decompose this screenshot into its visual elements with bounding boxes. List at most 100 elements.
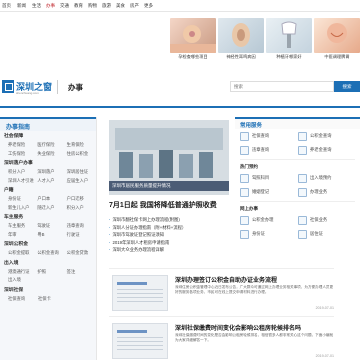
logo-subtext: shenchuang.com (16, 91, 39, 95)
list-item[interactable]: 深圳人分证办理指南（附+材料+流程） (109, 224, 229, 232)
nav-item-life[interactable]: 生活 (32, 3, 41, 9)
service-link[interactable]: 社保业务 (298, 213, 356, 227)
article-title[interactable]: 深圳办理签订公积金自助办证业务流程 (175, 275, 277, 284)
sidebar-category: 深圳落户办事 (4, 161, 33, 166)
service-link[interactable]: 社保查询 (240, 129, 298, 143)
service-link[interactable]: 公积金办理 (240, 213, 298, 227)
list-item[interactable]: 2019年深圳人才租房申请指南 (109, 239, 229, 247)
article-title[interactable]: 深圳社保缴费时间变化会影响公租房轮候排名吗 (175, 323, 301, 332)
promo-caption[interactable]: 中医调理脾胃 (314, 54, 360, 60)
featured-image[interactable]: 深圳市居民服务质量提升情况 (109, 120, 229, 195)
article-card[interactable]: 深圳办理签订公积金自助办证业务流程 深圳住房公积金管理中心近日发布公告，广大群众… (109, 268, 334, 314)
sidebar-category: 户籍 (4, 188, 14, 193)
promo-pregnancy[interactable]: 孕检查哪些项目 (170, 18, 216, 60)
sidebar-link[interactable]: 出入境 (8, 276, 38, 285)
service-link[interactable]: 养老金查询 (298, 143, 356, 157)
list-item[interactable]: 深圳市翻社保卡网上办理流程(附图) (109, 216, 229, 224)
sidebar-link[interactable]: 行驶证 (67, 231, 96, 240)
services-group-title: 网上办事 (240, 206, 258, 211)
nav-item-education[interactable]: 教育 (74, 3, 83, 9)
service-label: 公积金查询 (310, 133, 332, 138)
sidebar-link[interactable]: 社保查询 (8, 295, 38, 304)
sidebar-link[interactable]: 公积金提取 (8, 249, 37, 258)
search-button[interactable]: 搜索 (334, 81, 360, 92)
service-link[interactable]: 违章查询 (240, 143, 298, 157)
sidebar-link[interactable]: 公积金查询 (37, 249, 66, 258)
promo-dental[interactable]: 种植牙哪家好 (266, 18, 312, 60)
list-item[interactable]: 深圳大众业务办理流程详解 (109, 246, 229, 254)
document-icon (298, 187, 307, 197)
service-link[interactable]: 婚姻登记 (240, 185, 298, 199)
sidebar-link[interactable]: 医疗保险 (37, 141, 66, 150)
sidebar-link[interactable]: 驾驶证 (37, 222, 66, 231)
sidebar-link[interactable]: 积分入户 (8, 168, 37, 177)
nav-item-news[interactable]: 新闻 (17, 3, 26, 9)
service-link[interactable]: 身份证 (240, 227, 298, 241)
service-label: 社保查询 (252, 133, 270, 138)
sidebar-link[interactable]: 随迁入户 (37, 204, 66, 213)
nav-item-services[interactable]: 办事 (46, 3, 55, 9)
article-thumbnail[interactable] (112, 275, 168, 311)
promo-digestion[interactable]: 中医调理脾胃 (314, 18, 360, 60)
passport-icon (298, 173, 307, 183)
sidebar-link[interactable]: 户口本 (37, 195, 66, 204)
service-link[interactable]: 驾照科目 (240, 171, 298, 185)
list-item[interactable]: 深圳市驾驶证登记照证须知 (109, 231, 229, 239)
sidebar-link[interactable]: 应届生入户 (67, 177, 96, 186)
nav-item-shopping[interactable]: 购物 (88, 3, 97, 9)
nav-item-food[interactable]: 美食 (116, 3, 125, 9)
sidebar-category: 深圳社保 (4, 287, 24, 293)
sidebar-link[interactable]: 深圳居住证 (67, 168, 96, 177)
sidebar-link[interactable]: 深圳人才引进 (8, 177, 37, 186)
search-input[interactable] (231, 82, 333, 91)
sidebar-link[interactable]: 粤B (37, 231, 66, 240)
tooth-implant-icon (281, 21, 297, 48)
promo-tinnitus[interactable]: 神经性耳鸣病因 (218, 18, 264, 60)
sidebar-link[interactable]: 工伤保险 (8, 150, 37, 159)
sidebar-link[interactable]: 养老保险 (8, 141, 37, 150)
article-thumbnail[interactable] (112, 323, 168, 359)
article-card[interactable]: 深圳社保缴费时间变化会影响公租房轮候排名吗 深圳社保缴费时间的变化是否会影响公租… (109, 316, 334, 360)
service-link[interactable]: 出入境预约 (298, 171, 356, 185)
nav-item-traffic[interactable]: 交通 (60, 3, 69, 9)
service-label: 养老金查询 (310, 147, 332, 152)
sidebar-link[interactable]: 新生儿入户 (8, 204, 37, 213)
headline[interactable]: 7月1日起 我国将降低普通护照收费 (109, 200, 217, 210)
sidebar-link[interactable]: 户口迁移 (67, 195, 96, 204)
site-logo[interactable]: 深圳之窗 shenchuang.com (2, 80, 52, 96)
nav-item-property[interactable]: 房产 (130, 3, 139, 9)
nav-item-more[interactable]: 更多 (144, 3, 153, 9)
sidebar-link[interactable]: 深圳落户 (37, 168, 66, 177)
shield-icon (298, 215, 307, 225)
service-link[interactable]: 居住证 (298, 227, 356, 241)
sidebar-link[interactable]: 社保卡 (38, 295, 68, 304)
service-label: 出入境预约 (310, 175, 332, 180)
sidebar-title: 办事指南 (0, 117, 96, 131)
license-icon (240, 173, 249, 183)
promo-caption[interactable]: 孕检查哪些项目 (170, 54, 216, 60)
sidebar-link[interactable]: 人才入户 (37, 177, 66, 186)
wallet-icon (298, 145, 307, 155)
sidebar-link[interactable]: 失业保险 (37, 150, 66, 159)
sidebar-link[interactable]: 签注 (67, 268, 96, 277)
promo-caption[interactable]: 神经性耳鸣病因 (218, 54, 264, 60)
nav-item-home[interactable]: 首页 (2, 3, 11, 9)
sidebar-link[interactable]: 积分入户 (67, 204, 96, 213)
sidebar-link[interactable]: 住房公积金 (67, 150, 96, 159)
sidebar-link[interactable]: 港澳通行证 (8, 268, 37, 277)
sidebar-link[interactable]: 公积金贷款 (67, 249, 96, 258)
sidebar-link[interactable]: 身份证 (8, 195, 37, 204)
sidebar-link[interactable]: 生育保险 (67, 141, 96, 150)
service-link[interactable]: 公积金查询 (298, 129, 356, 143)
divider (240, 201, 355, 202)
page-title: 办事 (68, 83, 83, 92)
service-link[interactable]: 办理业务 (298, 185, 356, 199)
sidebar-link[interactable]: 护照 (37, 268, 66, 277)
sidebar-link[interactable]: 车主服务 (8, 222, 37, 231)
featured-caption[interactable]: 深圳市居民服务质量提升情况 (109, 181, 229, 191)
promo-caption[interactable]: 种植牙哪家好 (266, 54, 312, 60)
nav-item-travel[interactable]: 旅游 (102, 3, 111, 9)
divider (240, 159, 355, 160)
sidebar-link[interactable]: 违章查询 (67, 222, 96, 231)
sidebar-link[interactable]: 年审 (8, 231, 37, 240)
